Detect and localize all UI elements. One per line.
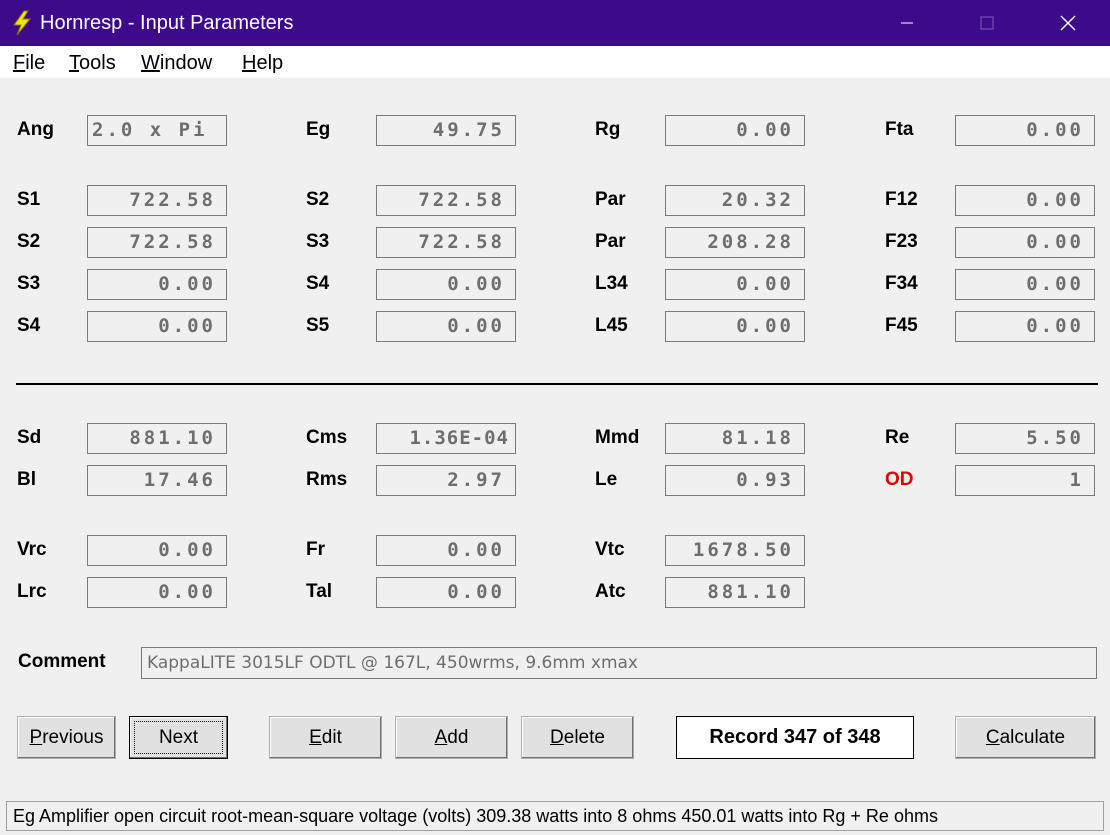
maximize-icon bbox=[980, 16, 994, 30]
label-f34: F34 bbox=[885, 273, 918, 294]
label-ang: Ang bbox=[17, 119, 54, 140]
field-par-1[interactable]: 20.32 bbox=[665, 185, 805, 216]
field-f34[interactable]: 0.00 bbox=[955, 269, 1095, 300]
field-atc[interactable]: 881.10 bbox=[665, 577, 805, 608]
field-fta[interactable]: 0.00 bbox=[955, 115, 1095, 146]
field-s2-second[interactable]: 722.58 bbox=[87, 227, 227, 258]
field-f23[interactable]: 0.00 bbox=[955, 227, 1095, 258]
field-l45[interactable]: 0.00 bbox=[665, 311, 805, 342]
field-s1[interactable]: 722.58 bbox=[87, 185, 227, 216]
label-mmd: Mmd bbox=[595, 427, 640, 448]
field-l34[interactable]: 0.00 bbox=[665, 269, 805, 300]
field-bl[interactable]: 17.46 bbox=[87, 465, 227, 496]
field-tal[interactable]: 0.00 bbox=[376, 577, 516, 608]
add-button[interactable]: Add bbox=[395, 716, 508, 759]
menu-window[interactable]: Window bbox=[141, 52, 212, 75]
label-cms: Cms bbox=[306, 427, 348, 448]
label-atc: Atc bbox=[595, 581, 626, 602]
delete-button[interactable]: Delete bbox=[521, 716, 634, 759]
menu-file[interactable]: File bbox=[13, 52, 45, 75]
field-rg[interactable]: 0.00 bbox=[665, 115, 805, 146]
label-s3: S3 bbox=[306, 231, 330, 252]
label-sd: Sd bbox=[17, 427, 42, 448]
label-s2: S2 bbox=[306, 189, 330, 210]
field-s2[interactable]: 722.58 bbox=[376, 185, 516, 216]
label-s3-second: S3 bbox=[17, 273, 41, 294]
menu-tools[interactable]: Tools bbox=[69, 52, 116, 75]
field-s3-second[interactable]: 0.00 bbox=[87, 269, 227, 300]
next-button-label: Next bbox=[158, 727, 199, 748]
label-fta: Fta bbox=[885, 119, 914, 140]
previous-button[interactable]: Previous bbox=[17, 716, 116, 759]
field-fr[interactable]: 0.00 bbox=[376, 535, 516, 566]
label-rg: Rg bbox=[595, 119, 621, 140]
field-ang[interactable]: 2.0 x Pi bbox=[87, 115, 227, 146]
label-l34: L34 bbox=[595, 273, 628, 294]
label-bl: Bl bbox=[17, 469, 36, 490]
label-f12: F12 bbox=[885, 189, 918, 210]
label-s4-second: S4 bbox=[17, 315, 41, 336]
label-f23: F23 bbox=[885, 231, 918, 252]
field-s5[interactable]: 0.00 bbox=[376, 311, 516, 342]
field-s4[interactable]: 0.00 bbox=[376, 269, 516, 300]
field-s4-second[interactable]: 0.00 bbox=[87, 311, 227, 342]
status-bar: Eg Amplifier open circuit root-mean-squa… bbox=[0, 797, 1110, 835]
field-rms[interactable]: 2.97 bbox=[376, 465, 516, 496]
label-eg: Eg bbox=[306, 119, 331, 140]
window-title: Hornresp - Input Parameters bbox=[40, 12, 294, 34]
label-par-1: Par bbox=[595, 189, 626, 210]
minimize-button[interactable] bbox=[884, 0, 930, 46]
field-vtc[interactable]: 1678.50 bbox=[665, 535, 805, 566]
close-button[interactable] bbox=[1045, 0, 1091, 46]
label-lrc: Lrc bbox=[17, 581, 47, 602]
label-l45: L45 bbox=[595, 315, 628, 336]
field-od[interactable]: 1 bbox=[955, 465, 1095, 496]
label-s4: S4 bbox=[306, 273, 330, 294]
label-tal: Tal bbox=[306, 581, 333, 602]
label-s2-second: S2 bbox=[17, 231, 41, 252]
calculate-button[interactable]: Calculate bbox=[955, 716, 1096, 759]
field-s3[interactable]: 722.58 bbox=[376, 227, 516, 258]
record-indicator: Record 347 of 348 bbox=[676, 716, 914, 759]
label-fr: Fr bbox=[306, 539, 325, 560]
field-vrc[interactable]: 0.00 bbox=[87, 535, 227, 566]
field-f12[interactable]: 0.00 bbox=[955, 185, 1095, 216]
field-mmd[interactable]: 81.18 bbox=[665, 423, 805, 454]
menu-help[interactable]: Help bbox=[242, 52, 283, 75]
field-sd[interactable]: 881.10 bbox=[87, 423, 227, 454]
close-icon bbox=[1060, 15, 1076, 31]
label-vrc: Vrc bbox=[17, 539, 47, 560]
title-bar[interactable]: Hornresp - Input Parameters bbox=[0, 0, 1110, 46]
label-re: Re bbox=[885, 427, 910, 448]
label-vtc: Vtc bbox=[595, 539, 625, 560]
next-button[interactable]: Next bbox=[129, 716, 228, 759]
menu-bar: File Tools Window Help bbox=[0, 46, 1110, 78]
field-eg[interactable]: 49.75 bbox=[376, 115, 516, 146]
field-le[interactable]: 0.93 bbox=[665, 465, 805, 496]
minimize-icon bbox=[901, 22, 913, 24]
label-s1: S1 bbox=[17, 189, 41, 210]
edit-button[interactable]: Edit bbox=[269, 716, 382, 759]
label-od[interactable]: OD bbox=[885, 469, 914, 491]
label-le: Le bbox=[595, 469, 618, 490]
label-par-2: Par bbox=[595, 231, 626, 252]
label-rms: Rms bbox=[306, 469, 348, 490]
field-re[interactable]: 5.50 bbox=[955, 423, 1095, 454]
section-divider bbox=[16, 383, 1098, 385]
comment-field[interactable]: KappaLITE 3015LF ODTL @ 167L, 450wrms, 9… bbox=[141, 647, 1097, 679]
field-cms[interactable]: 1.36E-04 bbox=[376, 423, 516, 454]
maximize-button[interactable] bbox=[964, 0, 1010, 46]
status-text: Eg Amplifier open circuit root-mean-squa… bbox=[6, 801, 1104, 831]
field-lrc[interactable]: 0.00 bbox=[87, 577, 227, 608]
label-f45: F45 bbox=[885, 315, 918, 336]
lightning-app-icon bbox=[13, 10, 32, 36]
label-comment: Comment bbox=[18, 651, 106, 672]
label-s5: S5 bbox=[306, 315, 330, 336]
field-par-2[interactable]: 208.28 bbox=[665, 227, 805, 258]
field-f45[interactable]: 0.00 bbox=[955, 311, 1095, 342]
